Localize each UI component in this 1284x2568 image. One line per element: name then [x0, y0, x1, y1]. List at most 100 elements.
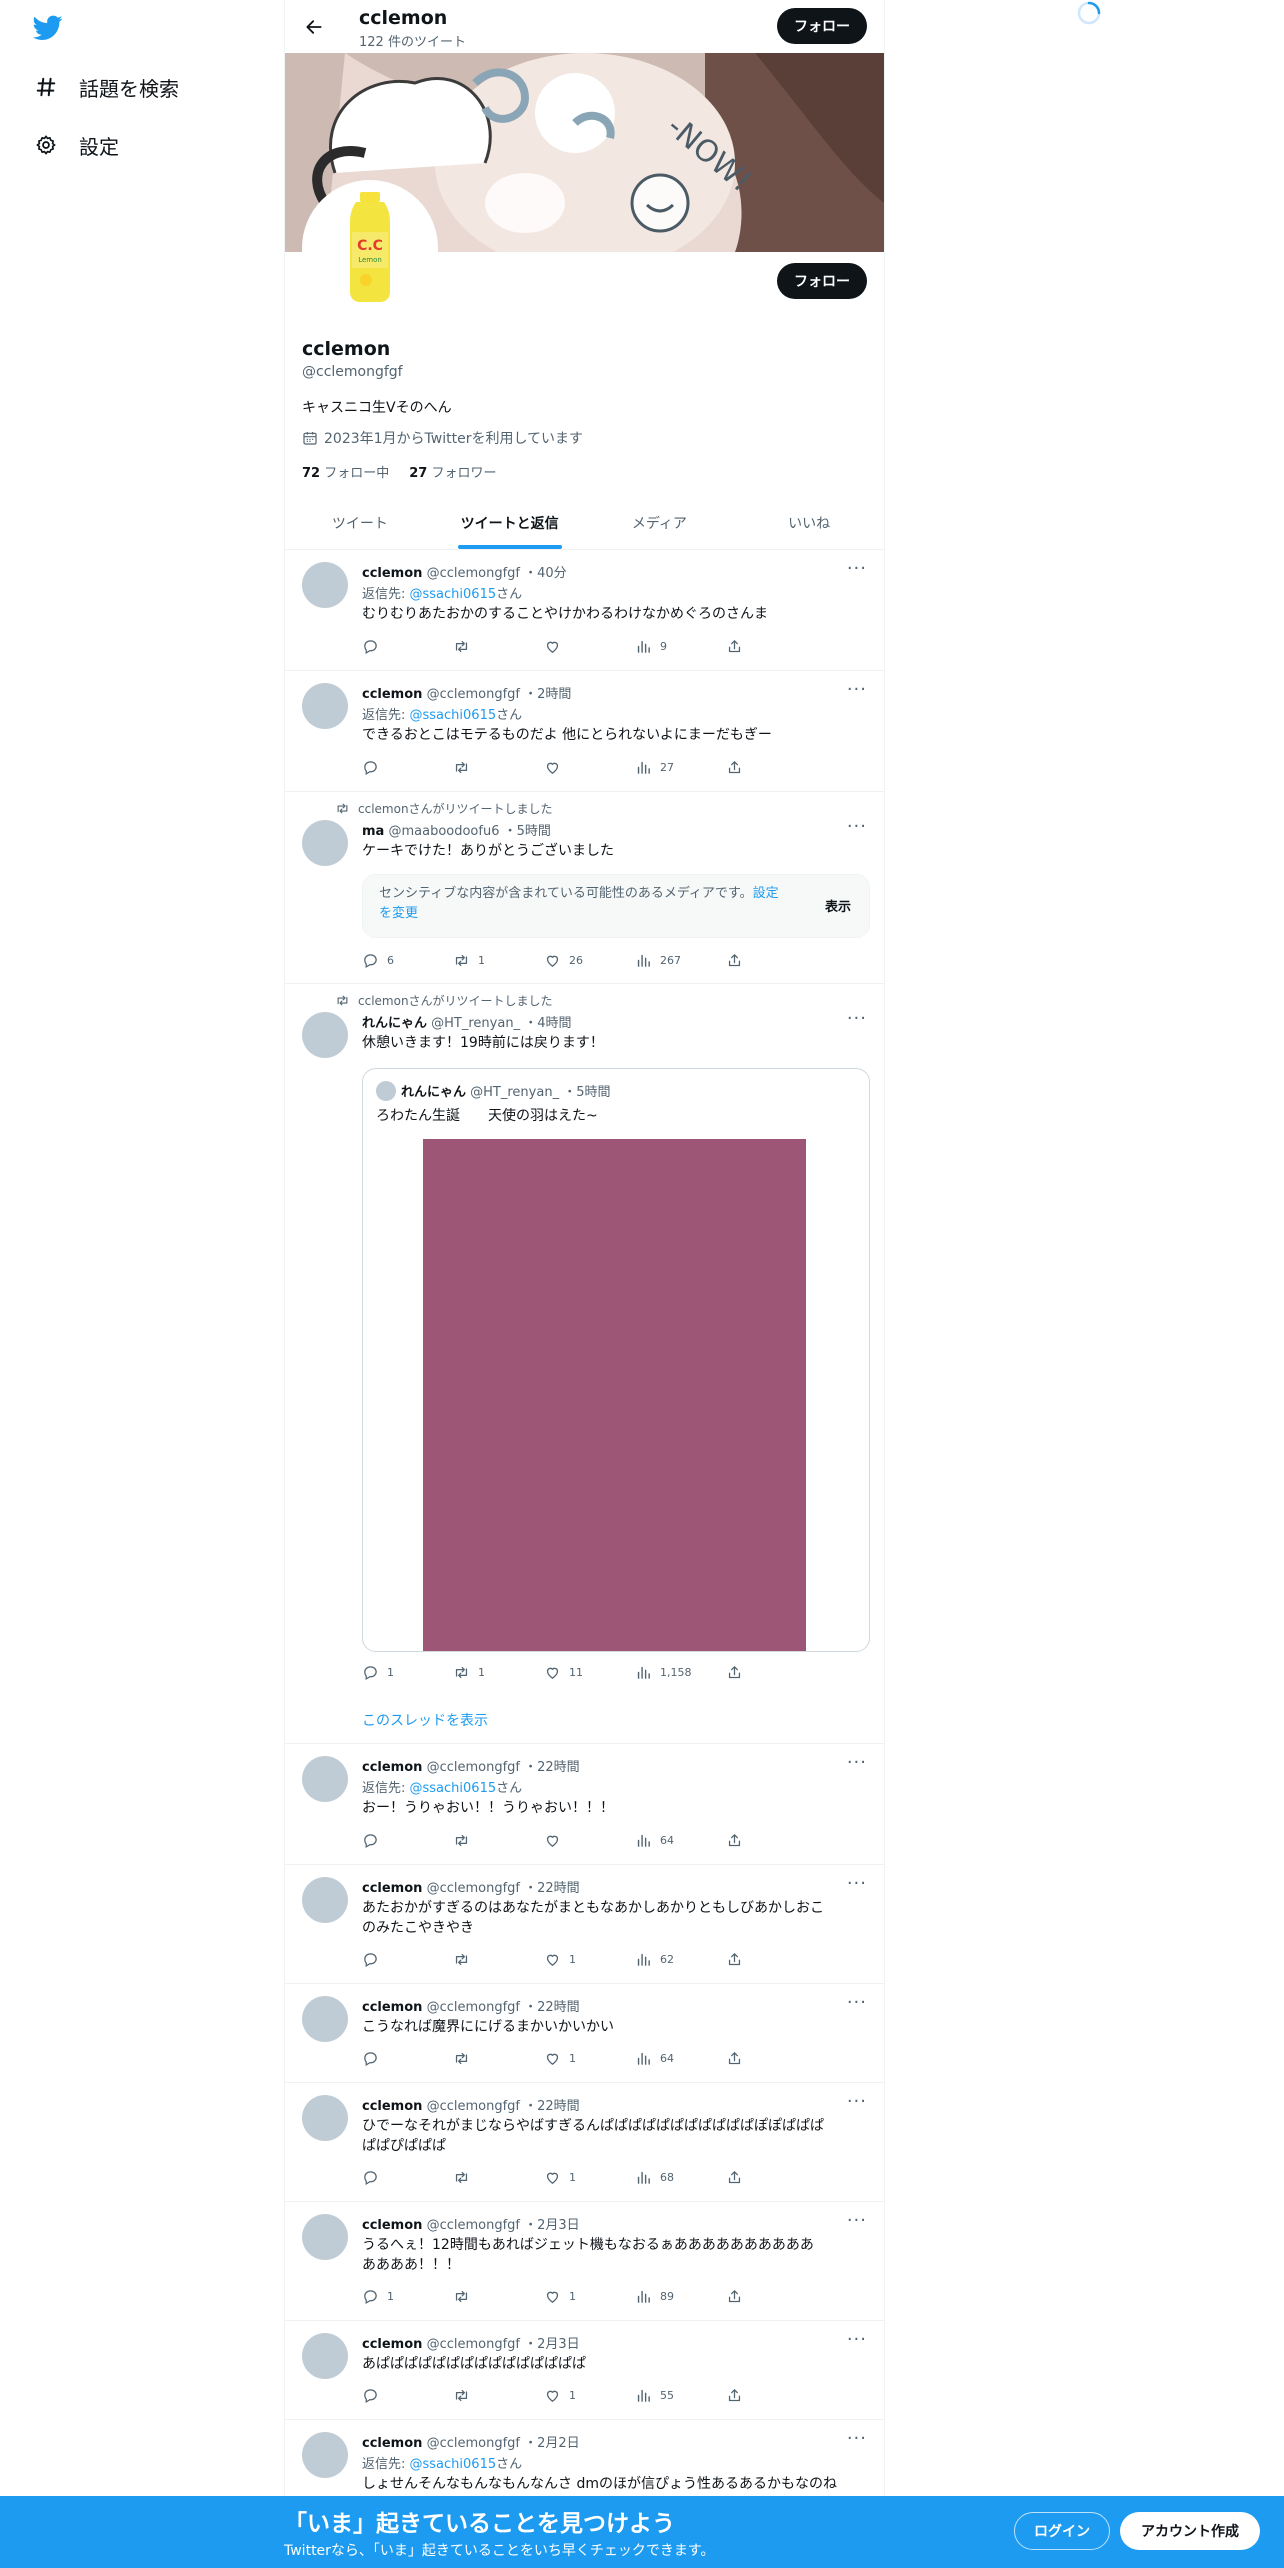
tweet-item[interactable]: ··· cclemon @cclemongfgf ・22時間 あたおかがすぎるの… [285, 1865, 884, 1984]
tweet-author-handle[interactable]: @cclemongfgf [427, 2218, 520, 2233]
retweet-button[interactable] [453, 2169, 544, 2186]
tweet-author-handle[interactable]: @cclemongfgf [427, 2337, 520, 2352]
retweet-button[interactable] [453, 759, 544, 776]
tweet-item[interactable]: ··· cclemon @cclemongfgf ・2月3日 あぱぱぱぱぱぱぱぱ… [285, 2321, 884, 2420]
tweet-avatar[interactable] [302, 2095, 348, 2141]
tweet-item[interactable]: ··· cclemon @cclemongfgf ・2月3日 うるへぇ！12時間… [285, 2202, 884, 2321]
share-button[interactable] [726, 2288, 817, 2305]
tweet-item[interactable]: ··· cclemon @cclemongfgf ・22時間 ひでーなそれがまじ… [285, 2083, 884, 2202]
retweet-button[interactable] [453, 1951, 544, 1968]
tweet-author-handle[interactable]: @cclemongfgf [427, 1760, 520, 1775]
tweet-author-name[interactable]: cclemon [362, 2337, 422, 2352]
tweet-item[interactable]: cclemonさんがリツイートしました ··· ma @maaboodoofu6… [285, 792, 884, 984]
retweet-button[interactable]: 1 [453, 952, 544, 969]
profile-avatar[interactable]: C.C Lemon [302, 180, 438, 316]
followers-link[interactable]: 27 フォロワー [409, 462, 496, 481]
tweet-author-handle[interactable]: @cclemongfgf [427, 2436, 520, 2451]
tweet-author-name[interactable]: cclemon [362, 1760, 422, 1775]
tweet-author-name[interactable]: れんにゃん [362, 1016, 427, 1031]
tweet-time[interactable]: ・4時間 [524, 1016, 571, 1031]
tweet-item[interactable]: ··· cclemon @cclemongfgf ・2時間 返信先: @ssac… [285, 671, 884, 792]
views-button[interactable]: 62 [635, 1951, 726, 1968]
tweet-avatar[interactable] [302, 562, 348, 608]
share-button[interactable] [726, 952, 817, 969]
tweet-author-handle[interactable]: @maaboodoofu6 [388, 824, 499, 839]
tab-media[interactable]: メディア [585, 497, 735, 549]
tweet-avatar[interactable] [302, 2333, 348, 2379]
tab-tweets[interactable]: ツイート [285, 497, 435, 549]
retweet-label-text[interactable]: cclemonさんがリツイートしました [358, 800, 553, 817]
reply-button[interactable] [362, 759, 453, 776]
tweet-avatar[interactable] [302, 683, 348, 729]
tweet-author-name[interactable]: cclemon [362, 2218, 422, 2233]
show-thread-link[interactable]: このスレッドを表示 [362, 1710, 488, 1730]
share-button[interactable] [726, 2387, 817, 2404]
views-button[interactable]: 1,158 [635, 1664, 726, 1681]
reply-button[interactable] [362, 2050, 453, 2067]
retweet-button[interactable] [453, 2050, 544, 2067]
tweet-time[interactable]: ・2月3日 [524, 2218, 580, 2233]
quoted-media-image[interactable] [423, 1139, 806, 1651]
tweet-time[interactable]: ・2月3日 [524, 2337, 580, 2352]
reply-button[interactable] [362, 1951, 453, 1968]
views-button[interactable]: 68 [635, 2169, 726, 2186]
tweet-time[interactable]: ・22時間 [524, 2000, 580, 2015]
views-button[interactable]: 267 [635, 952, 726, 969]
tweet-avatar[interactable] [302, 1877, 348, 1923]
views-button[interactable]: 64 [635, 2050, 726, 2067]
reply-button[interactable]: 6 [362, 952, 453, 969]
retweet-button[interactable] [453, 1832, 544, 1849]
reply-button[interactable]: 1 [362, 2288, 453, 2305]
share-button[interactable] [726, 2169, 817, 2186]
reply-button[interactable] [362, 2387, 453, 2404]
tweet-time[interactable]: ・5時間 [504, 824, 551, 839]
share-button[interactable] [726, 638, 817, 655]
views-button[interactable]: 64 [635, 1832, 726, 1849]
tweet-author-name[interactable]: cclemon [362, 1881, 422, 1896]
share-button[interactable] [726, 1951, 817, 1968]
share-button[interactable] [726, 759, 817, 776]
tweet-author-name[interactable]: cclemon [362, 566, 422, 581]
like-button[interactable]: 11 [544, 1664, 635, 1681]
retweet-button[interactable] [453, 2387, 544, 2404]
retweet-button[interactable] [453, 638, 544, 655]
tweet-item[interactable]: ··· cclemon @cclemongfgf ・40分 返信先: @ssac… [285, 550, 884, 671]
views-button[interactable]: 9 [635, 638, 726, 655]
quoted-tweet[interactable]: れんにゃん @HT_renyan_ ・5時間 ろわたん生誕 天使の羽はえた~ [362, 1068, 870, 1652]
tweet-author-handle[interactable]: @cclemongfgf [427, 2000, 520, 2015]
create-account-button[interactable]: アカウント作成 [1120, 2512, 1260, 2550]
tweet-time[interactable]: ・40分 [524, 566, 567, 581]
reply-to-link[interactable]: @ssachi0615 [410, 2457, 497, 2472]
following-link[interactable]: 72 フォロー中 [302, 462, 389, 481]
tweet-author-handle[interactable]: @cclemongfgf [427, 687, 520, 702]
login-button[interactable]: ログイン [1014, 2512, 1110, 2550]
tweet-item[interactable]: cclemonさんがリツイートしました ··· れんにゃん @HT_renyan… [285, 984, 884, 1744]
nav-explore[interactable]: 話題を検索 [33, 67, 179, 107]
views-button[interactable]: 27 [635, 759, 726, 776]
tweet-avatar[interactable] [302, 1756, 348, 1802]
like-button[interactable]: 1 [544, 2387, 635, 2404]
twitter-logo-icon[interactable] [33, 15, 63, 41]
tweet-time[interactable]: ・2時間 [524, 687, 571, 702]
reply-to-link[interactable]: @ssachi0615 [410, 587, 497, 602]
tweet-author-handle[interactable]: @cclemongfgf [427, 1881, 520, 1896]
tweet-author-name[interactable]: ma [362, 824, 384, 839]
like-button[interactable]: 1 [544, 2288, 635, 2305]
tab-likes[interactable]: いいね [734, 497, 884, 549]
tweet-avatar[interactable] [302, 2432, 348, 2478]
like-button[interactable] [544, 1832, 635, 1849]
tweet-author-name[interactable]: cclemon [362, 2436, 422, 2451]
tweet-author-handle[interactable]: @cclemongfgf [427, 566, 520, 581]
like-button[interactable]: 26 [544, 952, 635, 969]
views-button[interactable]: 55 [635, 2387, 726, 2404]
views-button[interactable]: 89 [635, 2288, 726, 2305]
reply-button[interactable] [362, 2169, 453, 2186]
back-button[interactable] [299, 12, 329, 42]
retweet-button[interactable] [453, 2288, 544, 2305]
share-button[interactable] [726, 2050, 817, 2067]
retweet-label-text[interactable]: cclemonさんがリツイートしました [358, 992, 553, 1009]
reply-to-link[interactable]: @ssachi0615 [410, 1781, 497, 1796]
tweet-time[interactable]: ・22時間 [524, 2099, 580, 2114]
tweet-avatar[interactable] [302, 1996, 348, 2042]
tweet-author-name[interactable]: cclemon [362, 2099, 422, 2114]
